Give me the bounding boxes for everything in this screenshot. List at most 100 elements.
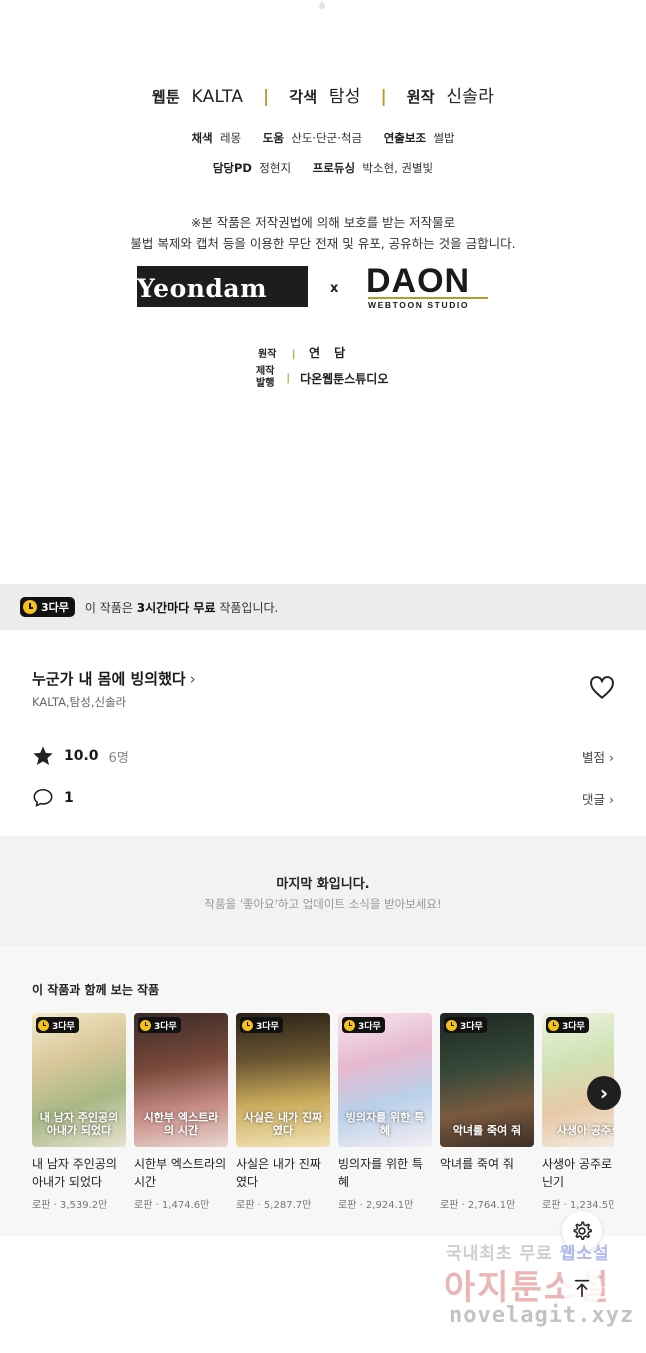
rec-thumbnail[interactable]: 3다무 사실은 내가 진짜였다 bbox=[236, 1013, 330, 1147]
rec-card[interactable]: 3다무 사생아 공주로 사생아 공주로 아닌기 로판 · 1,234.5만 bbox=[542, 1013, 614, 1211]
yeondam-logo: Yeondam bbox=[137, 266, 308, 307]
orig-value: 연담 bbox=[309, 346, 360, 360]
free-text-pre: 이 작품은 bbox=[84, 600, 133, 615]
rec-title[interactable]: 내 남자 주인공의 아내가 되었다 bbox=[32, 1155, 126, 1191]
free-badge: 3다무 bbox=[546, 1017, 589, 1033]
rec-card[interactable]: 3다무 내 남자 주인공의 아내가 되었다 내 남자 주인공의 아내가 되었다 … bbox=[32, 1013, 126, 1211]
rating-value: 10.0 bbox=[64, 748, 99, 764]
rec-cover-title: 내 남자 주인공의 아내가 되었다 bbox=[39, 1111, 119, 1137]
chevron-right-icon: › bbox=[609, 791, 614, 807]
credits-pd-row: 담당PD 정현지 프로듀싱 박소현, 권별빛 bbox=[0, 160, 646, 176]
free-badge: 3다무 bbox=[138, 1017, 181, 1033]
free-text-bold: 3시간마다 무료 bbox=[136, 600, 216, 615]
rating-count: 6명 bbox=[108, 750, 129, 766]
rec-title[interactable]: 사실은 내가 진짜였다 bbox=[236, 1155, 330, 1191]
rec-meta: 로판 · 5,287.7만 bbox=[236, 1200, 312, 1211]
work-title[interactable]: 누군가 내 몸에 빙의했다 bbox=[32, 670, 186, 688]
rec-card[interactable]: 3다무 악녀를 죽여 줘 악녀를 죽여 줘 로판 · 2,764.1만 bbox=[440, 1013, 534, 1211]
credits-section: 웹툰 KALTA | 각색 탐성 | 원작 신솔라 채색 레몽 도움 산도·단군… bbox=[0, 0, 646, 584]
work-authors: KALTA,탐성,신솔라 bbox=[32, 695, 127, 709]
comment-bubble-icon bbox=[33, 788, 53, 807]
scroll-top-button[interactable] bbox=[562, 1268, 602, 1308]
star-icon bbox=[33, 746, 53, 765]
rec-meta: 로판 · 2,924.1만 bbox=[338, 1200, 414, 1211]
heart-icon[interactable] bbox=[589, 676, 615, 700]
direction-label: 연출보조 bbox=[383, 131, 427, 145]
rec-title[interactable]: 악녀를 죽여 줘 bbox=[440, 1155, 534, 1191]
scroll-indicator-icon bbox=[319, 0, 325, 9]
free-banner: 3다무 이 작품은 3시간마다 무료 작품입니다. bbox=[0, 584, 646, 630]
rec-thumbnail[interactable]: 3다무 빙의자를 위한 특혜 bbox=[338, 1013, 432, 1147]
producing-label: 프로듀싱 bbox=[312, 161, 356, 175]
rec-card[interactable]: 3다무 빙의자를 위한 특혜 빙의자를 위한 특혜 로판 · 2,924.1만 bbox=[338, 1013, 432, 1211]
pd-value: 정현지 bbox=[259, 161, 292, 175]
production-row: 제작 발행 | 다온웹툰스튜디오 bbox=[256, 366, 389, 389]
rec-cover-title: 악녀를 죽여 줘 bbox=[452, 1124, 522, 1137]
clock-icon bbox=[548, 1019, 559, 1031]
rec-thumbnail[interactable]: 3다무 악녀를 죽여 줘 bbox=[440, 1013, 534, 1147]
rec-meta: 로판 · 1,234.5만 bbox=[542, 1200, 614, 1211]
carousel-next-button[interactable]: › bbox=[587, 1076, 621, 1110]
comment-link[interactable]: 댓글 › bbox=[582, 789, 614, 808]
rec-thumbnail[interactable]: 3다무 시한부 엑스트라의 시간 bbox=[134, 1013, 228, 1147]
free-badge: 3다무 bbox=[20, 597, 75, 617]
collab-x: x bbox=[330, 281, 339, 296]
rec-card[interactable]: 3다무 시한부 엑스트라의 시간 시한부 엑스트라의 시간 로판 · 1,474… bbox=[134, 1013, 228, 1211]
original-value: 신솔라 bbox=[446, 87, 495, 107]
webtoon-value: KALTA bbox=[191, 87, 244, 107]
recommendations-section: 이 작품과 함께 보는 작품 3다무 내 남자 주인공의 아내가 되었다 내 남… bbox=[0, 946, 646, 1236]
rec-card[interactable]: 3다무 사실은 내가 진짜였다 사실은 내가 진짜였다 로판 · 5,287.7… bbox=[236, 1013, 330, 1211]
last-episode-subtitle: 작품을 '좋아요'하고 업데이트 소식을 받아보세요! bbox=[204, 897, 442, 911]
adapt-label: 각색 bbox=[289, 88, 318, 106]
rec-cover-title: 사생아 공주로 bbox=[556, 1124, 614, 1137]
daon-logo: DAON WEBTOON STUDIO bbox=[366, 262, 490, 312]
clock-icon bbox=[242, 1019, 253, 1031]
free-badge: 3다무 bbox=[444, 1017, 487, 1033]
color-value: 레몽 bbox=[219, 131, 242, 145]
direction-value: 썰밥 bbox=[433, 131, 455, 145]
rec-meta: 로판 · 1,474.6만 bbox=[134, 1200, 210, 1211]
chevron-right-icon: › bbox=[609, 749, 614, 765]
watermark-line-3: novelagit.xyz bbox=[449, 1303, 635, 1328]
work-title-link[interactable]: 누군가 내 몸에 빙의했다 › bbox=[32, 668, 196, 689]
free-badge: 3다무 bbox=[36, 1017, 79, 1033]
last-episode-title: 마지막 화입니다. bbox=[276, 877, 370, 892]
chevron-right-icon: › bbox=[189, 670, 196, 688]
color-label: 채색 bbox=[191, 131, 213, 145]
clock-icon bbox=[38, 1019, 49, 1031]
producing-value: 박소현, 권별빛 bbox=[362, 161, 434, 175]
clock-icon bbox=[23, 600, 37, 614]
original-work-row: 원작 | 연담 bbox=[258, 346, 360, 360]
credits-main-row: 웹툰 KALTA | 각색 탐성 | 원작 신솔라 bbox=[151, 87, 495, 107]
comment-row: 1 댓글 › bbox=[32, 786, 614, 810]
assist-value: 산도·단군·척금 bbox=[291, 131, 363, 145]
prod-label: 제작 발행 bbox=[256, 366, 275, 389]
clock-icon bbox=[446, 1019, 457, 1031]
assist-label: 도움 bbox=[262, 131, 284, 145]
notice-line-1: ※본 작품은 저작권법에 의해 보호를 받는 저작물로 bbox=[190, 215, 456, 230]
recommendations-strip: 3다무 내 남자 주인공의 아내가 되었다 내 남자 주인공의 아내가 되었다 … bbox=[32, 1013, 614, 1213]
clock-icon bbox=[344, 1019, 355, 1031]
rating-link[interactable]: 별점 › bbox=[582, 747, 614, 766]
credits-staff-row: 채색 레몽 도움 산도·단군·척금 연출보조 썰밥 bbox=[0, 130, 646, 146]
arrow-up-icon bbox=[574, 1279, 590, 1298]
rating-row: 10.0 6명 별점 › bbox=[32, 744, 614, 768]
rec-title[interactable]: 시한부 엑스트라의 시간 bbox=[134, 1155, 228, 1191]
chevron-right-icon: › bbox=[599, 1081, 609, 1105]
free-badge: 3다무 bbox=[342, 1017, 385, 1033]
rec-cover-title: 시한부 엑스트라의 시간 bbox=[143, 1111, 219, 1137]
webtoon-label: 웹툰 bbox=[151, 88, 181, 106]
rec-thumbnail[interactable]: 3다무 내 남자 주인공의 아내가 되었다 bbox=[32, 1013, 126, 1147]
pd-label: 담당PD bbox=[212, 161, 252, 175]
clock-icon bbox=[140, 1019, 151, 1031]
copyright-notice: ※본 작품은 저작권법에 의해 보호를 받는 저작물로 불법 복제와 캡처 등을… bbox=[0, 212, 646, 254]
rec-title[interactable]: 사생아 공주로 아닌기 bbox=[542, 1155, 614, 1191]
free-badge: 3다무 bbox=[240, 1017, 283, 1033]
original-label: 원작 bbox=[406, 88, 435, 106]
rec-cover-title: 빙의자를 위한 특혜 bbox=[345, 1111, 425, 1137]
rec-cover-title: 사실은 내가 진짜였다 bbox=[243, 1111, 323, 1137]
rec-meta: 로판 · 3,539.2만 bbox=[32, 1200, 108, 1211]
last-episode-section: 마지막 화입니다. 작품을 '좋아요'하고 업데이트 소식을 받아보세요! bbox=[0, 836, 646, 946]
notice-line-2: 불법 복제와 캡처 등을 이용한 무단 전재 및 유포, 공유하는 것을 금합니… bbox=[130, 236, 516, 251]
rec-title[interactable]: 빙의자를 위한 특혜 bbox=[338, 1155, 432, 1191]
